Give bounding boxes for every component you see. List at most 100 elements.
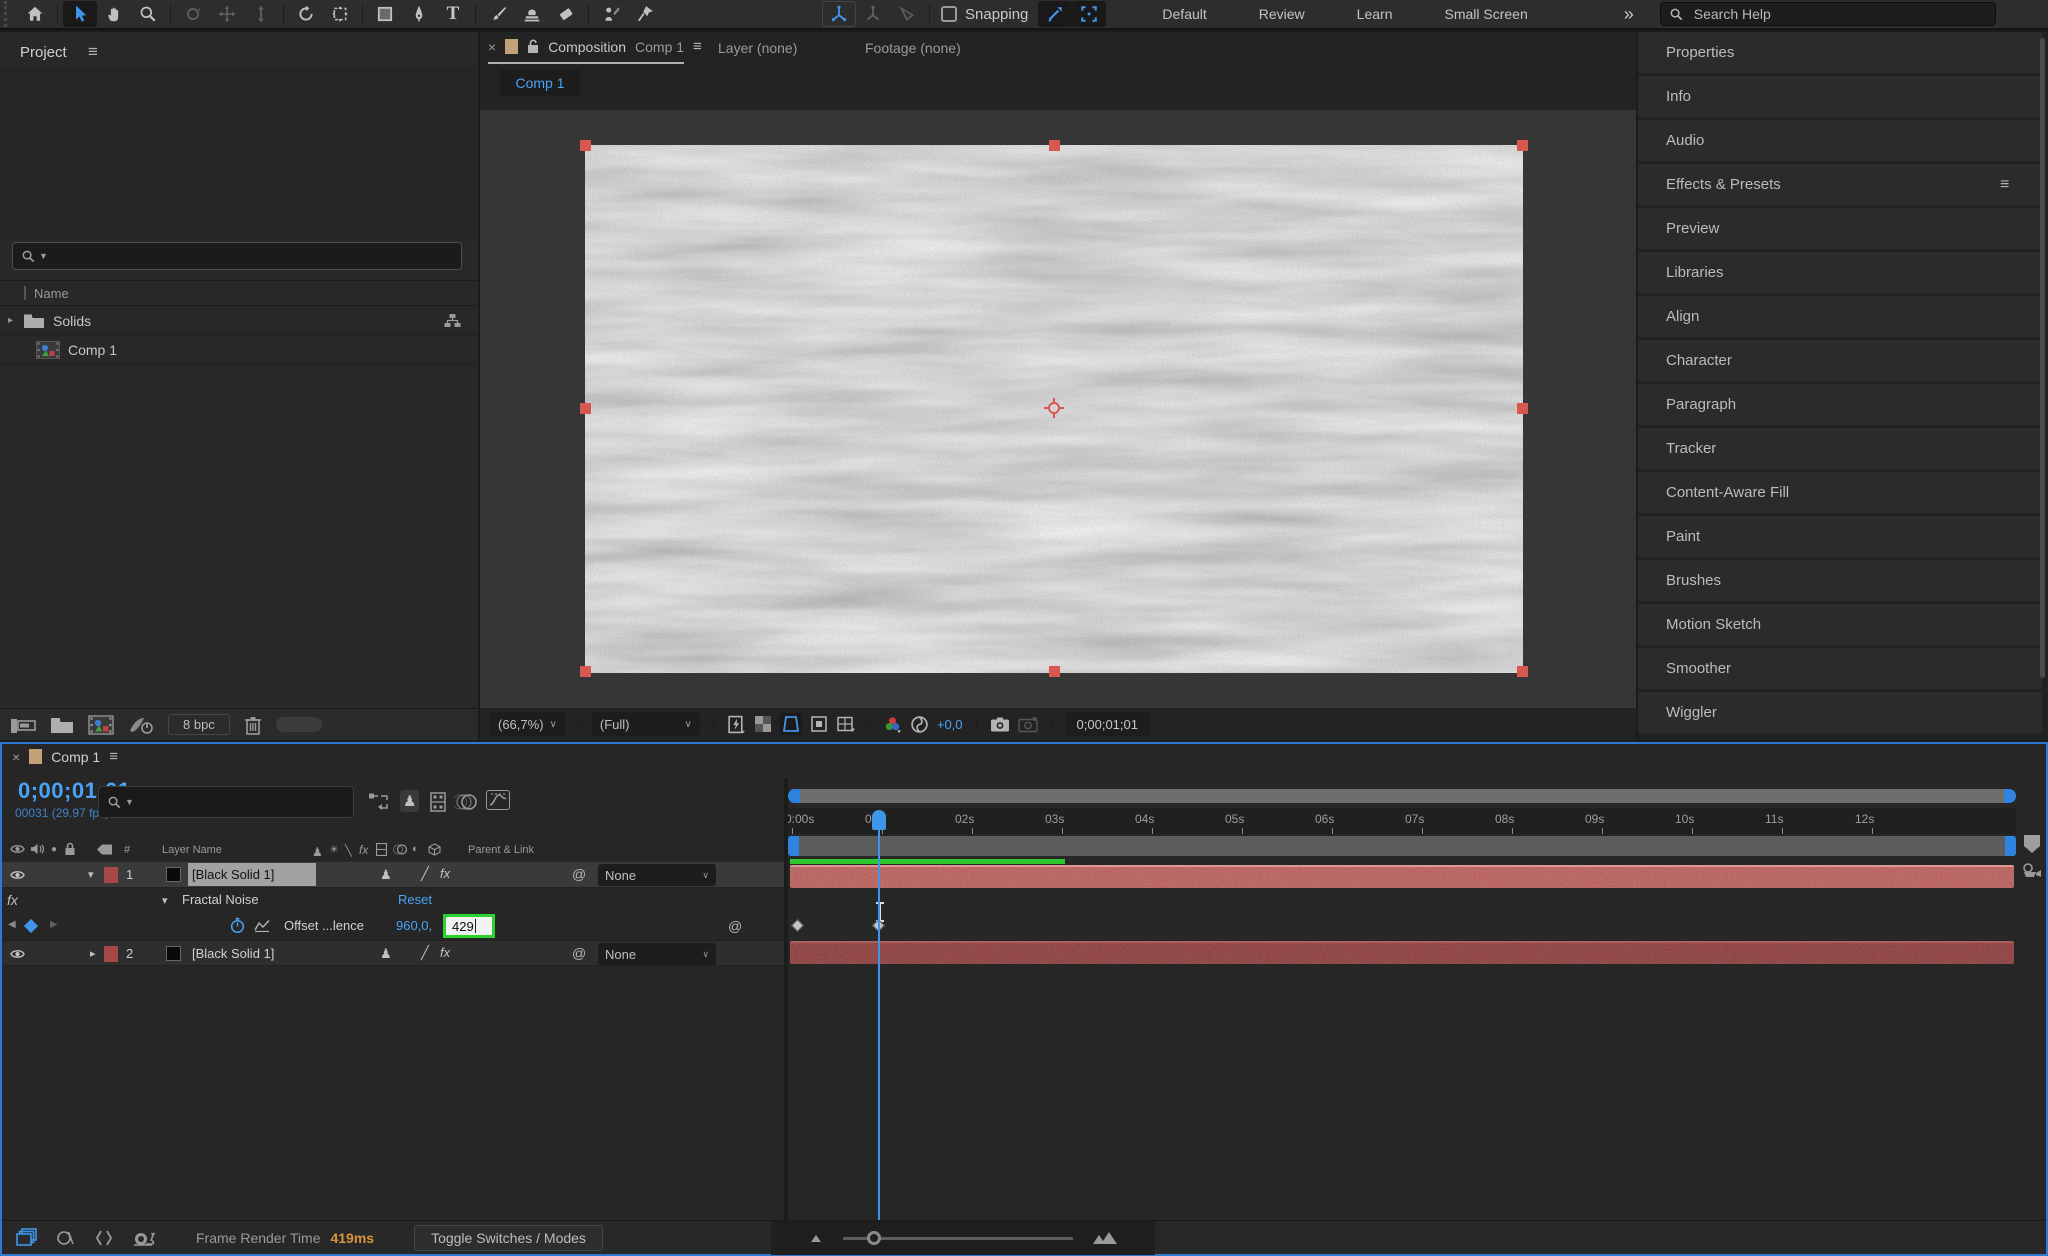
toolbar-grip[interactable] <box>4 1 18 27</box>
region-of-interest-icon[interactable] <box>810 715 828 733</box>
zoom-out-frames-icon[interactable] <box>807 1232 825 1244</box>
prev-keyframe-button[interactable]: ◀ <box>8 919 16 930</box>
project-columns-header[interactable]: Name <box>0 280 478 306</box>
layer-row-1[interactable]: ▾ 1 [Black Solid 1] ♟ ╱ fx @ None ∨ <box>2 862 784 888</box>
pen-tool[interactable] <box>402 1 436 27</box>
handle-top-center[interactable] <box>1049 140 1060 151</box>
exposure-value[interactable]: +0,0 <box>937 717 963 732</box>
parent-link-column-header[interactable]: Parent & Link <box>468 844 534 856</box>
layer-quality-toggle[interactable]: ╱ <box>421 866 429 882</box>
timeline-tab[interactable]: × Comp 1 ≡ <box>12 748 118 765</box>
scrollbar-right-cap[interactable] <box>2004 789 2016 803</box>
grid-guides-icon[interactable] <box>836 715 856 734</box>
composition-canvas[interactable] <box>580 140 1528 677</box>
snapping-features-toggle[interactable] <box>1072 1 1107 27</box>
mask-visibility-toggle[interactable] <box>779 713 802 735</box>
new-composition-icon[interactable] <box>88 714 114 735</box>
workspace-small-screen[interactable]: Small Screen <box>1418 6 1553 22</box>
home-button[interactable] <box>18 1 52 27</box>
playhead-line[interactable] <box>878 828 880 1220</box>
exposure-icon[interactable] <box>910 715 929 734</box>
layer-row-2[interactable]: ▸ 2 [Black Solid 1] ♟ ╱ fx @ None ∨ <box>2 940 784 966</box>
parent-dropdown[interactable]: None ∨ <box>598 943 716 965</box>
handle-top-left[interactable] <box>580 140 591 151</box>
timeline-zoom-slider[interactable] <box>842 1230 1073 1245</box>
effect-group-row[interactable]: fx ▾ Fractal Noise Reset <box>2 889 784 914</box>
panel-tab-tracker[interactable]: Tracker <box>1638 428 2042 469</box>
keyframe-diamond[interactable] <box>791 919 804 932</box>
video-visibility-toggle[interactable] <box>10 869 25 881</box>
zoom-tool[interactable] <box>131 1 165 27</box>
dolly-camera-tool[interactable] <box>244 1 278 27</box>
hand-tool[interactable] <box>97 1 131 27</box>
work-area-start-handle[interactable] <box>788 836 799 856</box>
timeline-search-input[interactable]: ▼ <box>98 786 354 818</box>
panel-tab-brushes[interactable]: Brushes <box>1638 560 2042 601</box>
project-item-label[interactable]: Solids <box>53 313 91 329</box>
roto-brush-tool[interactable] <box>594 1 628 27</box>
graph-overlay-icon[interactable] <box>254 919 270 932</box>
panel-resizer-pill[interactable] <box>275 717 322 732</box>
parent-pickwhip-icon[interactable]: @ <box>572 866 586 882</box>
effect-property-row[interactable]: ◀ ▶ Offset ...lence 960,0, 429 @ <box>2 914 784 939</box>
new-folder-icon[interactable] <box>50 716 74 734</box>
handle-bottom-center[interactable] <box>1049 666 1060 677</box>
layer-quality-toggle[interactable]: ╱ <box>421 945 429 961</box>
composition-tab-label[interactable]: Composition <box>548 39 626 55</box>
bit-depth-button[interactable]: 8 bpc <box>168 714 230 735</box>
timeline-graph-area[interactable]: 0:00s 01s 02s 03s 04s 05s 06s 07s 08s 09… <box>788 778 2016 1220</box>
panel-tab-preview[interactable]: Preview <box>1638 208 2042 249</box>
eraser-tool[interactable] <box>549 1 583 27</box>
composition-tab[interactable]: × Composition Comp 1 ≡ <box>488 38 702 55</box>
channels-icon[interactable] <box>883 715 902 734</box>
composition-tab-comp-name[interactable]: Comp 1 <box>635 39 684 55</box>
world-axis-mode-toggle[interactable] <box>856 1 890 27</box>
handle-bottom-left[interactable] <box>580 666 591 677</box>
timeline-menu-icon[interactable]: ≡ <box>109 748 118 765</box>
local-axis-mode-toggle[interactable] <box>822 1 856 27</box>
solid-color-swatch[interactable] <box>166 867 181 882</box>
close-tab-icon[interactable]: × <box>12 749 20 765</box>
expand-chevron-icon[interactable]: ▸ <box>8 315 13 326</box>
label-color-swatch[interactable] <box>104 867 118 883</box>
name-column-header[interactable]: Name <box>34 286 69 301</box>
panel-tab-effects-presets[interactable]: Effects & Presets ≡ <box>1638 164 2042 205</box>
workspace-overflow-button[interactable]: » <box>1624 4 1634 25</box>
resolution-dropdown[interactable]: (Full) ∨ <box>591 712 700 736</box>
magnification-dropdown[interactable]: (66,7%) ∨ <box>490 712 565 736</box>
timeline-h-scrollbar[interactable] <box>788 788 2016 804</box>
panel-tab-audio[interactable]: Audio <box>1638 120 2042 161</box>
close-tab-icon[interactable]: × <box>488 39 496 55</box>
layer-bar-2[interactable] <box>790 941 2014 964</box>
viewer-menu-icon[interactable]: ≡ <box>693 38 702 55</box>
solid-color-swatch[interactable] <box>166 946 181 961</box>
flowchart-icon[interactable] <box>444 313 461 329</box>
parent-dropdown[interactable]: None ∨ <box>598 864 716 886</box>
work-area-end-handle[interactable] <box>2005 836 2016 856</box>
graph-editor-toggle[interactable] <box>486 790 510 810</box>
project-item-label[interactable]: Comp 1 <box>68 342 117 358</box>
layer-shy-toggle[interactable]: ♟ <box>380 945 392 962</box>
effect-reset-link[interactable]: Reset <box>398 892 432 907</box>
motion-blur-toggle[interactable] <box>454 792 478 812</box>
project-panel-menu-icon[interactable]: ≡ <box>88 42 98 62</box>
label-color-swatch[interactable] <box>104 946 118 962</box>
selection-tool[interactable] <box>63 1 97 27</box>
transparency-grid-icon[interactable] <box>754 715 772 733</box>
panel-tab-paint[interactable]: Paint <box>1638 516 2042 557</box>
transfer-controls-pane-toggle[interactable] <box>56 1228 76 1248</box>
type-tool[interactable]: T <box>436 1 470 27</box>
video-visibility-toggle[interactable] <box>10 948 25 960</box>
layer-fx-toggle[interactable]: fx <box>440 866 450 881</box>
rectangle-tool[interactable] <box>368 1 402 27</box>
snapshot-camera-icon[interactable] <box>990 716 1010 733</box>
unlocked-icon[interactable] <box>527 39 539 54</box>
panel-tab-content-aware-fill[interactable]: Content-Aware Fill <box>1638 472 2042 513</box>
comp-camera-icon[interactable] <box>2021 862 2043 880</box>
panel-tab-align[interactable]: Align <box>1638 296 2042 337</box>
handle-mid-right[interactable] <box>1517 403 1528 414</box>
pan-camera-tool[interactable] <box>210 1 244 27</box>
mini-flowchart-icon[interactable] <box>368 792 390 812</box>
project-row-comp1[interactable]: Comp 1 <box>0 336 478 364</box>
workspace-learn[interactable]: Learn <box>1331 6 1419 22</box>
